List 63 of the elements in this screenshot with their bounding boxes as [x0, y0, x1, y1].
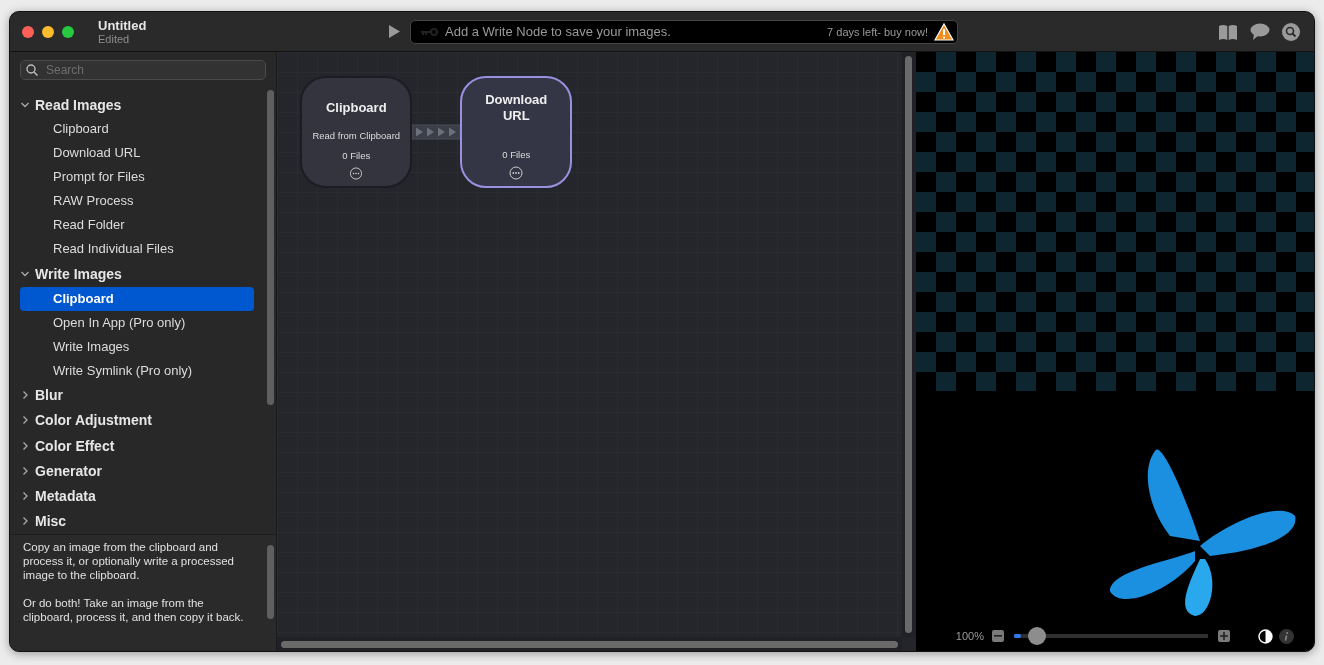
- workflow-node[interactable]: Download URL 0 Files: [460, 76, 573, 188]
- slider-thumb[interactable]: [1028, 627, 1047, 645]
- sidebar-item[interactable]: RAW Process: [20, 189, 255, 214]
- file-count: 0 Files: [502, 149, 531, 160]
- category-label[interactable]: Blur: [35, 387, 63, 404]
- description-text: Or do both! Take an image from the clipboard, process it, and then copy it back.: [23, 596, 245, 624]
- play-icon[interactable]: [388, 25, 400, 38]
- chevron-right-icon[interactable]: [20, 465, 30, 476]
- category-label[interactable]: Color Adjustment: [35, 412, 152, 429]
- window-subtitle: Edited: [98, 33, 131, 45]
- search-icon: [26, 64, 38, 76]
- close-button[interactable]: [22, 25, 34, 38]
- key-icon: [419, 26, 439, 37]
- minimize-button[interactable]: [42, 25, 54, 38]
- sidebar-item[interactable]: Open In App (Pro only): [20, 310, 255, 335]
- contrast-icon[interactable]: [1258, 628, 1273, 644]
- zoom-out-button[interactable]: [992, 630, 1004, 642]
- category-label[interactable]: Read Images: [35, 96, 122, 113]
- minus-icon: [994, 635, 1002, 637]
- zoom-in-button[interactable]: [1218, 630, 1230, 642]
- scrollbar[interactable]: [266, 545, 274, 619]
- search-icon[interactable]: [1282, 22, 1300, 41]
- window-title: Untitled: [98, 18, 148, 33]
- scrollbar[interactable]: [266, 90, 274, 405]
- category-label[interactable]: Misc: [35, 513, 67, 530]
- chevron-right-icon[interactable]: [20, 491, 30, 502]
- plus-icon: [1220, 632, 1228, 640]
- file-count: 0 Files: [342, 150, 371, 161]
- category-label[interactable]: Color Effect: [35, 437, 115, 454]
- sidebar-item[interactable]: Clipboard: [20, 117, 255, 142]
- chevron-right-icon[interactable]: [20, 390, 30, 401]
- status-message: Add a Write Node to save your images.: [445, 24, 672, 39]
- chevron-right-icon[interactable]: [20, 440, 30, 451]
- book-icon[interactable]: [1218, 23, 1238, 40]
- chevron-right-icon[interactable]: [20, 516, 30, 527]
- more-options-icon[interactable]: [349, 167, 364, 180]
- category-label[interactable]: Write Images: [35, 265, 122, 282]
- speech-bubble-icon[interactable]: [1250, 23, 1270, 40]
- info-icon[interactable]: [1279, 628, 1294, 644]
- trial-link[interactable]: 7 days left- buy now!: [827, 25, 928, 38]
- scrollbar[interactable]: [905, 56, 913, 633]
- sidebar-item[interactable]: Write Images: [20, 334, 255, 359]
- chevron-right-icon[interactable]: [20, 415, 30, 426]
- node-title: Download URL: [484, 92, 549, 124]
- workflow-node[interactable]: Clipboard Read from Clipboard 0 Files: [300, 76, 413, 188]
- zoom-level: 100%: [955, 630, 984, 642]
- warning-icon[interactable]: [934, 22, 954, 41]
- connector: [412, 124, 461, 140]
- description-text: Copy an image from the clipboard and process it, or optionally write a processed image to the clipboard.: [23, 540, 235, 582]
- sidebar-item[interactable]: Write Symlink (Pro only): [20, 358, 255, 383]
- sidebar-item[interactable]: Clipboard: [20, 286, 255, 311]
- sidebar-item[interactable]: Download URL: [20, 141, 255, 166]
- more-options-icon[interactable]: [509, 166, 524, 180]
- node-subtitle: Read from Clipboard: [312, 130, 401, 141]
- node-title: Clipboard: [324, 100, 388, 116]
- search-field[interactable]: Search: [20, 60, 267, 80]
- sidebar-item[interactable]: Prompt for Files: [20, 165, 255, 190]
- sidebar-item[interactable]: Read Folder: [20, 213, 255, 238]
- category-label[interactable]: Generator: [35, 462, 102, 479]
- category-label[interactable]: Metadata: [35, 488, 96, 505]
- scrollbar[interactable]: [281, 640, 898, 648]
- zoom-button[interactable]: [62, 25, 74, 38]
- sidebar-item[interactable]: Read Individual Files: [20, 237, 255, 262]
